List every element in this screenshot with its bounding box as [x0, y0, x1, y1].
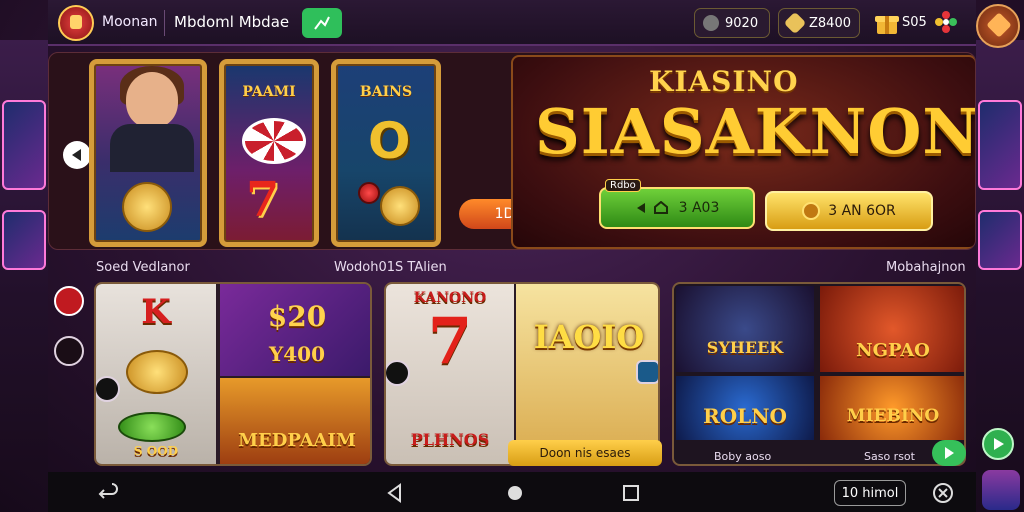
slot-cabinet-decor	[978, 210, 1022, 270]
nav-back-triangle-icon[interactable]	[384, 482, 406, 504]
game-tile[interactable]: K S OOD	[96, 284, 216, 464]
back-icon[interactable]	[98, 482, 120, 504]
game-tile[interactable]: IAOIO	[516, 284, 658, 464]
tile-price: $20	[267, 300, 327, 333]
tile-symbol: K	[141, 292, 171, 332]
site-name: Mbdoml Mbdae	[174, 13, 290, 31]
reel-character	[89, 59, 207, 247]
promo-headline: SIASAKNON	[535, 95, 976, 168]
mascot-avatar[interactable]	[982, 470, 1020, 510]
game-card-group[interactable]: SYHEEK ROLNO NGPAO MIEBINO Boby aoso Sas…	[672, 282, 966, 466]
game-action-button[interactable]: Doon nis esaes	[508, 440, 662, 466]
balance-value: 9020	[725, 15, 759, 31]
balance-value: Z8400	[809, 15, 851, 31]
tile-title: NGPAO	[856, 340, 930, 361]
symbol-o: O	[368, 112, 411, 170]
tile-info-icon[interactable]	[636, 360, 658, 384]
section-title-middle: Wodoh01S TAlien	[334, 260, 447, 275]
tile-title: SYHEEK	[706, 338, 784, 357]
top-bar: Moonan Mbdoml Mbdae 9020 Z8400 S05	[48, 0, 976, 46]
right-decor-panel	[976, 40, 1024, 470]
reel-chip: PAAMI 7	[219, 59, 319, 247]
signal-icon	[314, 16, 330, 30]
gift-icon[interactable]	[874, 8, 900, 36]
section-title-left: Soed Vedlanor	[96, 260, 190, 275]
slot-cabinet-decor	[2, 210, 46, 270]
chip-icon	[703, 15, 719, 31]
seven-symbol: 7	[246, 172, 280, 228]
nav-info-pill[interactable]: 10 himol	[834, 480, 906, 506]
promo-green-label: 3 A03	[678, 200, 720, 216]
promo-green-button[interactable]: Rdbo 3 A03	[599, 179, 755, 229]
promo-tag: Rdbo	[605, 179, 641, 192]
coin-icon	[126, 350, 188, 394]
cherry-icon	[358, 182, 380, 204]
leaf-icon	[118, 412, 186, 442]
poker-chip-icon	[242, 118, 306, 164]
home-icon[interactable]	[504, 482, 526, 504]
promo-kicker: KIASINO	[649, 65, 799, 98]
floating-play-button[interactable]	[982, 428, 1014, 460]
tile-price-sub: Y400	[268, 342, 326, 366]
promo-yellow-label: 3 AN 6OR	[828, 203, 896, 219]
tag-icon[interactable]	[386, 360, 410, 386]
tile-bottom: PLHNOS	[410, 430, 490, 449]
home-arrow-icon	[636, 201, 668, 214]
game-tile[interactable]: MEDPAAIM	[220, 378, 370, 464]
game-tile[interactable]: MIEBINO	[820, 376, 964, 440]
slot-cabinet-decor	[978, 100, 1022, 190]
hero-banner[interactable]: PAAMI 7 BAINS O 1D.600 KIASINO SIASAKNON…	[48, 52, 976, 250]
game-tile[interactable]: NGPAO	[820, 286, 964, 372]
game-tile[interactable]: SYHEEK	[676, 286, 814, 372]
game-grid: K S OOD $20 Y400 MEDPAAIM KANONO 7 PLHNO…	[48, 278, 976, 468]
balance-chips[interactable]: 9020	[694, 8, 770, 38]
connect-button[interactable]	[302, 8, 342, 38]
slot-cabinet-decor	[2, 100, 46, 190]
section-title-right: Mobahajnon	[886, 260, 966, 275]
close-circle-icon[interactable]	[932, 482, 954, 504]
gift-count: S05	[902, 15, 927, 30]
carousel-prev-button[interactable]	[63, 141, 91, 169]
tile-right-title: IAOIO	[533, 318, 645, 356]
promo-panel: KIASINO SIASAKNON Rdbo 3 A03 3 AN 6OR	[511, 55, 976, 249]
close-icon[interactable]	[96, 376, 120, 402]
recents-icon[interactable]	[620, 482, 642, 504]
app-logo[interactable]	[58, 5, 94, 41]
tile-caption: Saso rsot	[864, 450, 915, 463]
tile-caption: Boby aoso	[714, 450, 772, 463]
reel-title: PAAMI	[242, 84, 296, 100]
balance-gems[interactable]: Z8400	[778, 8, 860, 38]
tile-title: MIEBINO	[846, 406, 940, 426]
promo-yellow-button[interactable]: 3 AN 6OR	[765, 191, 933, 231]
diamond-icon	[783, 11, 807, 35]
divider	[164, 10, 165, 36]
left-decor-panel	[0, 40, 48, 470]
game-tile[interactable]: KANONO 7 PLHNOS	[386, 284, 514, 464]
favorite-icon[interactable]	[54, 286, 84, 316]
character-suit	[110, 124, 194, 172]
tile-bottom-label: MEDPAAIM	[238, 430, 356, 451]
coin-icon	[122, 182, 172, 232]
tile-title: ROLNO	[703, 404, 787, 428]
flower-icon[interactable]	[934, 10, 958, 34]
game-card-group[interactable]: K S OOD $20 Y400 MEDPAAIM	[94, 282, 372, 466]
reel-title: BAINS	[359, 84, 413, 100]
filter-icon[interactable]	[54, 336, 84, 366]
game-tile[interactable]: $20 Y400	[220, 284, 370, 376]
profile-button[interactable]	[976, 4, 1020, 48]
character-face	[126, 72, 178, 128]
coin-icon	[380, 186, 420, 226]
play-button[interactable]	[932, 440, 966, 466]
tile-small-label: S OOD	[133, 444, 179, 458]
coin-icon	[802, 202, 821, 220]
brand-name: Moonan	[102, 14, 158, 30]
game-card-group[interactable]: KANONO 7 PLHNOS IAOIO	[384, 282, 660, 466]
slot-reels[interactable]: PAAMI 7 BAINS O	[89, 59, 489, 247]
game-tile[interactable]: ROLNO	[676, 376, 814, 440]
reel-bains: BAINS O	[331, 59, 441, 247]
system-nav-bar: 10 himol	[48, 472, 976, 512]
